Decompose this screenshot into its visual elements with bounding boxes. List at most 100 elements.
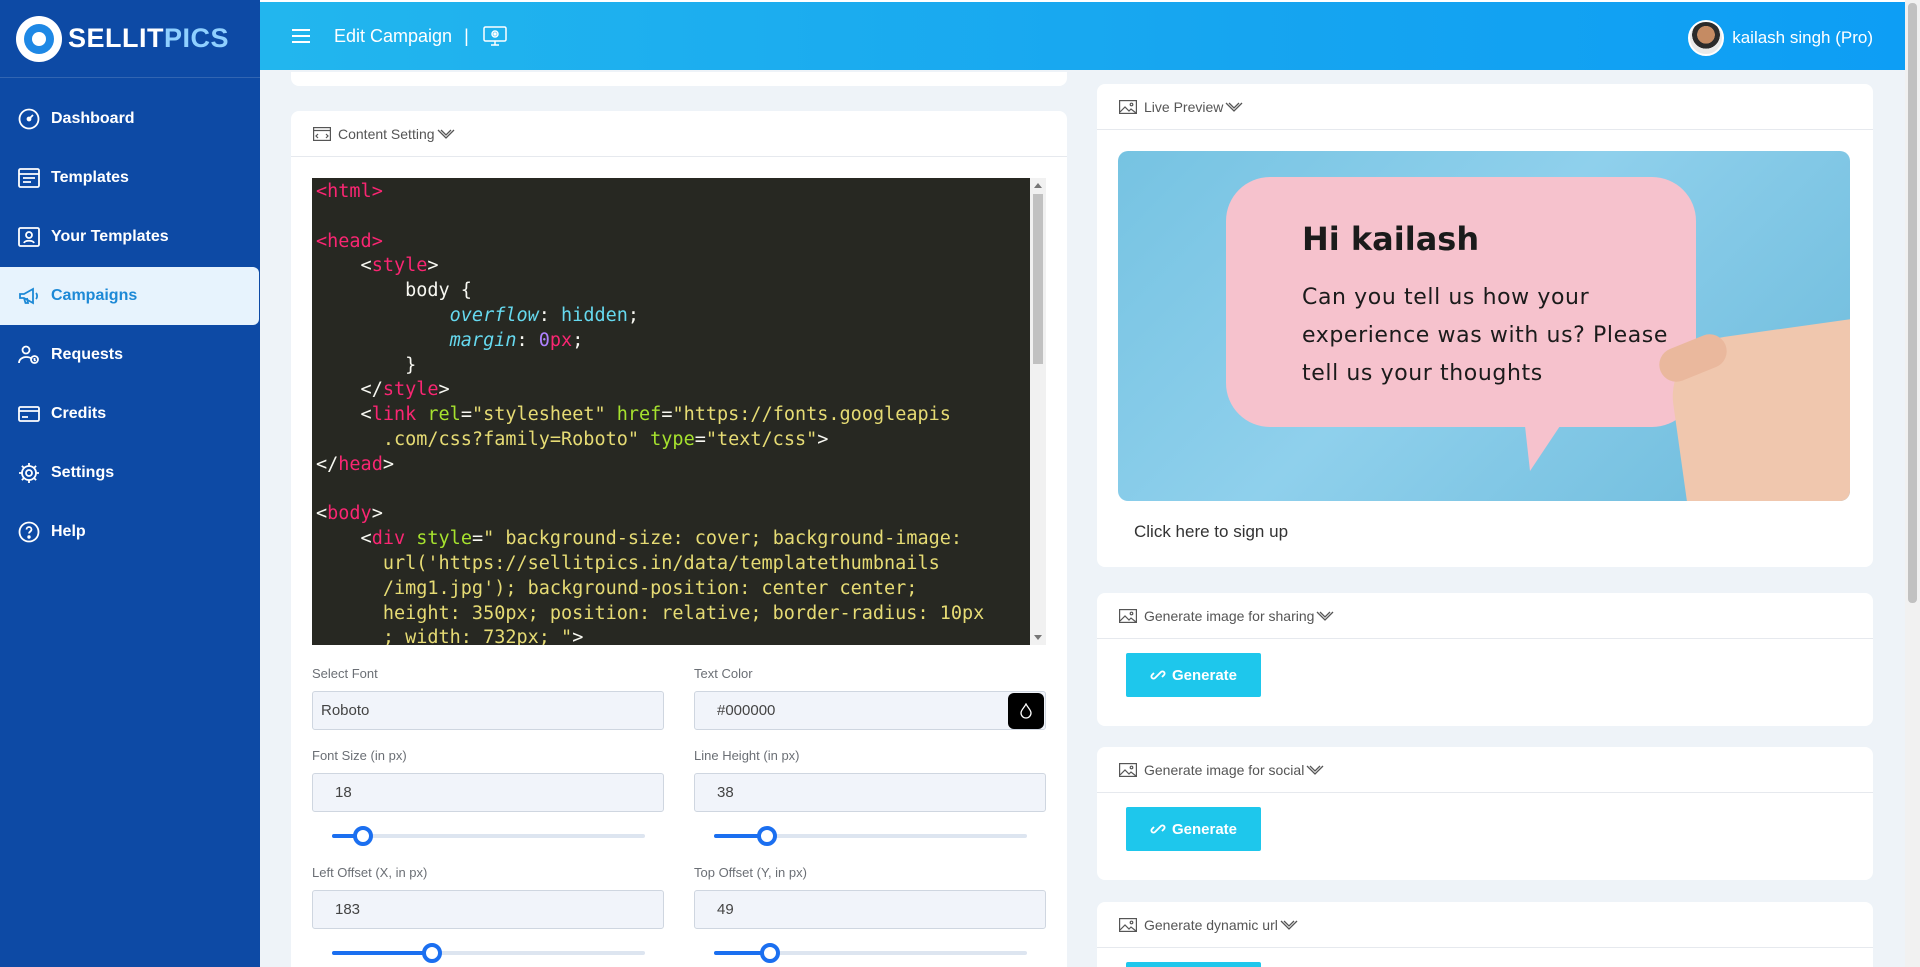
code-line: <head> <box>316 230 383 252</box>
sidebar-item-your-templates[interactable]: Your Templates <box>0 208 260 266</box>
color-picker-button[interactable] <box>1008 693 1044 729</box>
top-bar: Edit Campaign | kailash singh (Pro) <box>260 0 1905 70</box>
user-template-icon <box>16 224 42 250</box>
preview-message: Can you tell us how your experience was … <box>1302 285 1668 386</box>
font-select[interactable]: Roboto <box>312 691 664 730</box>
generate-sharing-button[interactable]: Generate <box>1126 653 1261 697</box>
sidebar-item-label: Settings <box>51 464 115 481</box>
sidebar-item-label: Your Templates <box>51 228 169 245</box>
sidebar-item-campaigns[interactable]: Campaigns <box>0 267 259 325</box>
slider-thumb[interactable] <box>757 826 778 846</box>
template-icon <box>16 165 42 191</box>
sidebar-item-dashboard[interactable]: Dashboard <box>0 90 260 148</box>
generate-sharing-header[interactable]: Generate image for sharing <box>1097 593 1873 639</box>
code-scrollbar-thumb[interactable] <box>1033 194 1043 364</box>
logo-icon <box>16 15 62 62</box>
code-line: </head> <box>316 453 394 475</box>
top-offset-label: Top Offset (Y, in px) <box>694 865 807 880</box>
image-icon <box>1119 917 1137 932</box>
left-offset-slider[interactable] <box>332 943 645 963</box>
previous-card-edge <box>291 72 1067 86</box>
slider-fill <box>332 951 433 955</box>
gauge-icon <box>16 106 42 132</box>
content-setting-header[interactable]: Content Setting <box>291 111 1067 157</box>
code-line: <div style=" background-size: cover; bac… <box>316 528 963 550</box>
code-line: url('https://sellitpics.in/data/template… <box>382 552 940 574</box>
sidebar-item-label: Help <box>51 523 86 540</box>
sidebar-item-templates[interactable]: Templates <box>0 149 260 207</box>
sidebar-nav: Dashboard Templates Your Templates Campa… <box>0 78 260 561</box>
code-line: overflow: hidden; <box>449 304 640 326</box>
generate-social-header[interactable]: Generate image for social <box>1097 747 1873 793</box>
chevron-down-icon[interactable] <box>437 128 455 140</box>
menu-toggle-icon[interactable] <box>292 29 310 43</box>
page-scrollbar[interactable] <box>1905 0 1920 967</box>
slider-thumb[interactable] <box>760 943 781 963</box>
droplet-icon <box>1020 703 1032 719</box>
generate-social-title: Generate image for social <box>1144 761 1305 778</box>
live-preview-header[interactable]: Live Preview <box>1097 84 1873 130</box>
brand-name: SELLITPICS <box>68 23 229 54</box>
line-height-input[interactable]: 38 <box>694 773 1046 812</box>
top-offset-slider[interactable] <box>714 943 1027 963</box>
signup-link[interactable]: Click here to sign up <box>1134 522 1288 542</box>
sidebar-item-label: Credits <box>51 405 107 422</box>
user-name: kailash singh (Pro) <box>1732 28 1873 47</box>
brand-part-1: SELLIT <box>68 23 164 53</box>
code-scrollbar[interactable] <box>1030 178 1046 645</box>
code-line: <body> <box>316 503 383 525</box>
scroll-down-arrow-icon[interactable] <box>1034 635 1042 640</box>
left-offset-input[interactable]: 183 <box>312 890 664 929</box>
code-line: </style> <box>316 379 450 401</box>
page-scrollbar-thumb[interactable] <box>1908 3 1917 603</box>
sidebar-item-label: Campaigns <box>51 287 138 304</box>
font-size-slider[interactable] <box>332 826 645 846</box>
generate-social-card: Generate image for social Generate <box>1097 747 1873 880</box>
generate-dynamic-url-header[interactable]: Generate dynamic url <box>1097 902 1873 948</box>
sidebar-item-settings[interactable]: Settings <box>0 444 260 502</box>
chevron-down-icon[interactable] <box>1280 919 1298 931</box>
select-font-label: Select Font <box>312 666 378 681</box>
chevron-down-icon[interactable] <box>1316 610 1334 622</box>
font-size-input[interactable]: 18 <box>312 773 664 812</box>
content-setting-card: Content Setting <html> <head> <style> bo… <box>291 111 1067 967</box>
brand-logo[interactable]: SELLITPICS <box>0 0 260 78</box>
chevron-down-icon[interactable] <box>1225 101 1243 113</box>
text-color-input[interactable]: #000000 <box>694 691 1046 730</box>
title-separator: | <box>464 25 469 46</box>
code-line: <html> <box>316 181 383 202</box>
image-icon <box>1119 762 1137 777</box>
sidebar-item-credits[interactable]: Credits <box>0 385 260 443</box>
generate-social-button[interactable]: Generate <box>1126 807 1261 851</box>
generate-sharing-card: Generate image for sharing Generate <box>1097 593 1873 726</box>
sidebar-item-label: Templates <box>51 169 129 186</box>
left-offset-label: Left Offset (X, in px) <box>312 865 428 880</box>
slider-thumb[interactable] <box>353 826 374 846</box>
top-offset-input[interactable]: 49 <box>694 890 1046 929</box>
generate-dynamic-url-button[interactable] <box>1126 962 1261 967</box>
sidebar: SELLITPICS Dashboard Templates Your Temp… <box>0 0 260 967</box>
html-code-editor[interactable]: <html> <head> <style> body { overflow: h… <box>312 178 1046 645</box>
code-line: body { <box>316 280 472 302</box>
credit-card-icon <box>16 401 42 427</box>
generate-button-label: Generate <box>1171 820 1238 838</box>
generate-sharing-title: Generate image for sharing <box>1144 607 1315 624</box>
image-icon <box>1119 99 1137 114</box>
preview-monitor-icon[interactable] <box>483 26 507 46</box>
code-line: <link rel="stylesheet" href="https://fon… <box>316 404 951 426</box>
code-line: <style> <box>316 255 439 277</box>
scroll-up-arrow-icon[interactable] <box>1034 183 1042 188</box>
user-menu[interactable]: kailash singh (Pro) <box>1688 20 1873 56</box>
chevron-down-icon[interactable] <box>1306 764 1324 776</box>
sidebar-item-requests[interactable]: Requests <box>0 326 260 384</box>
brand-part-2: PICS <box>164 23 230 53</box>
live-preview-card: Live Preview Hi kailash Can you tell us … <box>1097 84 1873 567</box>
line-height-slider[interactable] <box>714 826 1027 846</box>
image-icon <box>1119 608 1137 623</box>
generate-button-label: Generate <box>1171 666 1238 684</box>
link-icon <box>1150 670 1166 680</box>
sidebar-item-help[interactable]: Help <box>0 503 260 561</box>
generate-dynamic-url-card: Generate dynamic url <box>1097 902 1873 967</box>
code-line: height: 350px; position: relative; borde… <box>382 602 985 624</box>
slider-thumb[interactable] <box>422 943 443 963</box>
